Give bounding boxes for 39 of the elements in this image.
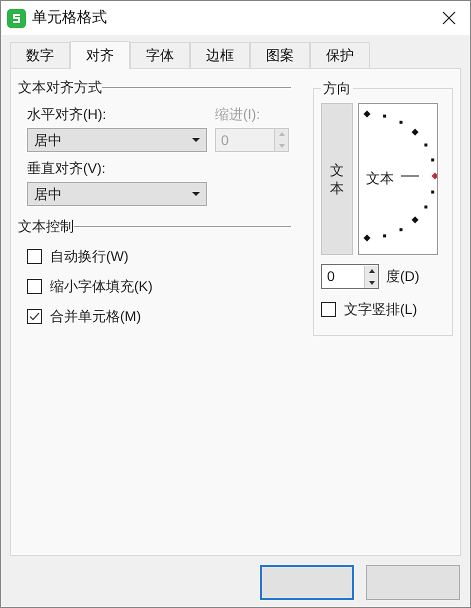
tab[interactable]: 图案	[250, 42, 310, 68]
checkbox-label: 自动换行(W)	[50, 247, 129, 266]
checkbox[interactable]	[321, 302, 336, 317]
field-label: 垂直对齐(V):	[27, 159, 107, 178]
app-logo-icon	[7, 8, 26, 28]
vertical-text-button[interactable]: 文本	[321, 103, 353, 255]
caret-icon	[192, 192, 200, 196]
field-label: 度(D)	[386, 267, 420, 286]
tab[interactable]: 对齐	[70, 41, 130, 69]
dropdown[interactable]: 居中	[27, 128, 207, 152]
field-label: 缩进(I):	[215, 105, 262, 124]
window-title: 单元格格式	[32, 8, 107, 28]
checkbox[interactable]	[27, 309, 42, 324]
dial-text: 文本	[366, 169, 394, 188]
checkmark-icon	[29, 312, 40, 321]
group-title: 文本控制	[18, 217, 74, 236]
tab[interactable]: 数字	[10, 42, 70, 68]
checkbox-label: 合并单元格(M)	[50, 307, 141, 326]
close-icon	[442, 11, 456, 25]
tab[interactable]: 边框	[190, 42, 250, 68]
dialog-button[interactable]	[260, 565, 354, 600]
dropdown-value: 居中	[34, 130, 62, 150]
checkbox[interactable]	[27, 279, 42, 294]
spin-value: 0	[221, 130, 229, 150]
tab[interactable]: 字体	[130, 42, 190, 68]
checkbox[interactable]	[27, 249, 42, 264]
degrees-spin-field[interactable]: 0	[321, 264, 379, 289]
field-label: 水平对齐(H):	[27, 105, 108, 124]
vertical-text: 文本	[330, 160, 344, 198]
dropdown[interactable]: 居中	[27, 182, 207, 206]
spin-value: 0	[327, 267, 335, 286]
tab[interactable]: 保护	[310, 42, 370, 68]
caret-icon	[192, 138, 200, 142]
dropdown-value: 居中	[34, 184, 62, 204]
orientation-dial[interactable]: 文本	[358, 103, 438, 255]
checkbox-label: 缩小字体填充(K)	[50, 277, 153, 296]
spin-buttons-icon[interactable]	[364, 266, 378, 288]
checkbox-label: 文字竖排(L)	[344, 300, 418, 319]
group-title: 文本对齐方式	[18, 78, 102, 97]
